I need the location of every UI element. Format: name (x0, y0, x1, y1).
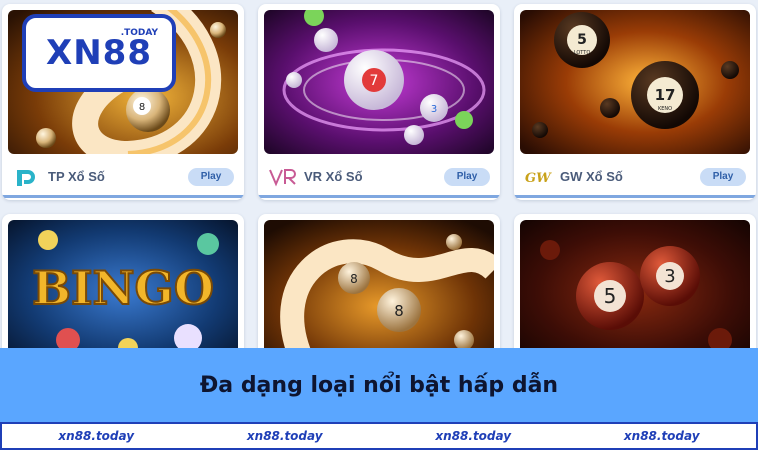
swirl-ball-number: 8 (394, 302, 404, 320)
play-button[interactable]: Play (188, 167, 234, 186)
gw-thumbnail[interactable]: 5 LOTTO 17 KENO (520, 10, 750, 154)
red-thumbnail-art: 5 3 (520, 220, 750, 364)
play-button[interactable]: Play (444, 167, 490, 186)
swirl-thumbnail[interactable]: 8 8 (264, 220, 494, 364)
swirl-thumbnail-art: 8 8 (264, 220, 494, 364)
gw-ball-number: 17 (655, 86, 676, 104)
vr-thumbnail[interactable]: 7 3 (264, 10, 494, 154)
game-card-red[interactable]: 5 3 (514, 214, 756, 364)
game-card-bingo[interactable]: BINGO (2, 214, 244, 364)
vr-ball-number: 3 (431, 104, 437, 115)
vr-ball-number: 7 (370, 73, 379, 89)
game-grid: 8 TP Xổ Số Play 7 3 VR Xổ Số Play 5 LOTT… (0, 0, 758, 364)
swirl-ball-number: 8 (350, 272, 358, 286)
vr-card-footer: VR Xổ Số Play (258, 158, 500, 198)
card-title: VR Xổ Số (304, 169, 363, 184)
game-card-swirl[interactable]: 8 8 (258, 214, 500, 364)
watermark-bar: xn88.today xn88.today xn88.today xn88.to… (0, 422, 758, 450)
red-ball-number: 5 (604, 284, 617, 308)
card-title: TP Xổ Số (48, 169, 105, 184)
banner-text: Đa dạng loại nổi bật hấp dẫn (199, 372, 559, 398)
gw-ball-sub: LOTTO (574, 50, 591, 56)
watermark-text: xn88.today (58, 429, 135, 443)
watermark-text: xn88.today (623, 429, 700, 443)
gw-thumbnail-art: 5 LOTTO 17 KENO (520, 10, 750, 154)
promo-banner: Đa dạng loại nổi bật hấp dẫn (0, 348, 758, 422)
game-card-gw[interactable]: 5 LOTTO 17 KENO GW GW Xổ Số Play (514, 4, 756, 200)
watermark-text: xn88.today (435, 429, 512, 443)
gw-provider-logo: GW (524, 166, 554, 188)
svg-text:8: 8 (139, 102, 145, 113)
tp-card-footer: TP Xổ Số Play (2, 158, 244, 198)
vr-thumbnail-art: 7 3 (264, 10, 494, 154)
bingo-thumbnail-art: BINGO (8, 220, 238, 364)
tp-provider-logo (12, 166, 42, 188)
play-button[interactable]: Play (700, 167, 746, 186)
brand-logo[interactable]: .TODAY XN88 (22, 14, 176, 92)
game-card-vr[interactable]: 7 3 VR Xổ Số Play (258, 4, 500, 200)
bingo-thumbnail[interactable]: BINGO (8, 220, 238, 364)
red-thumbnail[interactable]: 5 3 (520, 220, 750, 364)
gw-ball-sub: KENO (658, 106, 672, 112)
red-ball-number: 3 (664, 266, 675, 287)
card-title: GW Xổ Số (560, 169, 623, 184)
vr-provider-logo (268, 166, 298, 188)
gw-card-footer: GW GW Xổ Số Play (514, 158, 756, 198)
watermark-text: xn88.today (246, 429, 323, 443)
svg-text:GW: GW (525, 171, 552, 186)
bingo-title: BINGO (32, 261, 214, 315)
brand-logo-text: XN88 (46, 33, 152, 73)
gw-ball-number: 5 (577, 32, 587, 48)
brand-logo-suffix: .TODAY (120, 28, 158, 38)
